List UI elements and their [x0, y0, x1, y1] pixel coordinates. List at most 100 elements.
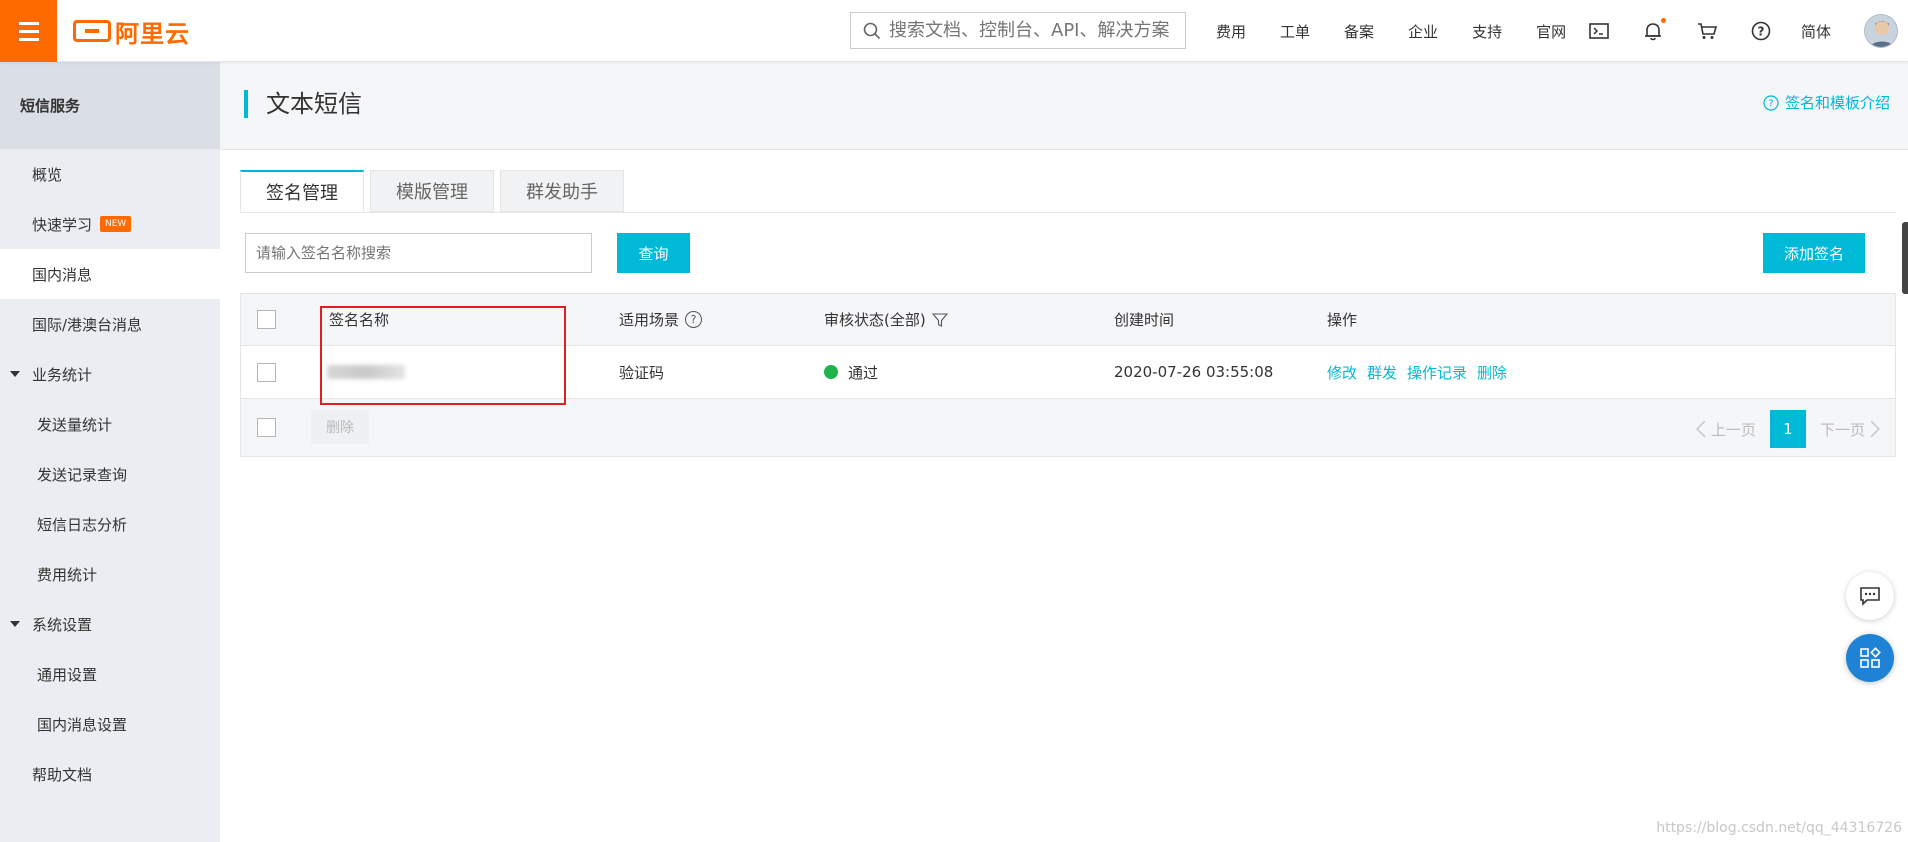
apps-icon — [1860, 647, 1881, 668]
avatar[interactable] — [1864, 14, 1898, 48]
sidebar-item-label: 帮助文档 — [32, 765, 93, 784]
sidebar-item-overview[interactable]: 概览 — [0, 149, 220, 199]
sidebar-item-label: 费用统计 — [37, 565, 98, 584]
sidebar-item-help-docs[interactable]: 帮助文档 — [0, 749, 220, 799]
logo-mark-icon — [73, 20, 111, 42]
bell-icon[interactable] — [1642, 18, 1666, 42]
nav-support[interactable]: 支持 — [1472, 21, 1502, 42]
apps-float-button[interactable] — [1846, 634, 1894, 682]
created-time-cell: 2020-07-26 03:55:08 — [1114, 363, 1274, 381]
status-badge: 通过 — [848, 363, 879, 382]
footer-select-all-checkbox[interactable] — [257, 418, 276, 437]
top-bar: 阿里云 费用 工单 备案 企业 支持 官网 ? 简体 — [0, 0, 1908, 62]
sidebar-item-label: 短信日志分析 — [37, 515, 128, 534]
sidebar-item-cost-stats[interactable]: 费用统计 — [0, 549, 220, 599]
scrollbar-handle[interactable] — [1902, 222, 1908, 294]
sidebar-item-international-messages[interactable]: 国际/港澳台消息 — [0, 299, 220, 349]
add-signature-button[interactable]: 添加签名 — [1763, 233, 1865, 273]
sidebar-item-domestic-message-settings[interactable]: 国内消息设置 — [0, 699, 220, 749]
operation-log-link[interactable]: 操作记录 — [1407, 362, 1467, 383]
new-badge: NEW — [100, 216, 132, 232]
chat-float-button[interactable] — [1846, 572, 1894, 620]
main-content: 文本短信 ? 签名和模板介绍 签名管理 模版管理 群发助手 查询 添加签名 签名… — [220, 62, 1908, 842]
sidebar-item-label: 系统设置 — [32, 615, 93, 634]
question-circle-icon: ? — [1763, 94, 1779, 111]
sidebar-item-general-settings[interactable]: 通用设置 — [0, 649, 220, 699]
delete-link[interactable]: 删除 — [1477, 362, 1507, 383]
column-header-status[interactable]: 审核状态(全部) — [824, 294, 948, 345]
sidebar-item-label: 通用设置 — [37, 665, 98, 684]
help-link-label: 签名和模板介绍 — [1784, 94, 1890, 112]
sidebar-item-label: 发送量统计 — [37, 415, 113, 434]
chevron-left-icon — [1695, 420, 1706, 438]
sidebar-item-label: 概览 — [32, 165, 63, 184]
language-switch[interactable]: 简体 — [1801, 21, 1831, 42]
prev-page-button[interactable]: 上一页 — [1695, 419, 1756, 440]
global-search[interactable] — [850, 12, 1186, 49]
nav-billing[interactable]: 费用 — [1216, 21, 1246, 42]
help-icon[interactable]: ? — [1750, 20, 1772, 42]
page-title: 文本短信 — [244, 90, 362, 118]
row-checkbox[interactable] — [257, 362, 276, 382]
caret-down-icon — [10, 621, 20, 627]
terminal-icon[interactable] — [1588, 20, 1610, 42]
sidebar-item-sms-log-analysis[interactable]: 短信日志分析 — [0, 499, 220, 549]
sidebar-item-quick-start[interactable]: 快速学习 NEW — [0, 199, 220, 249]
global-search-input[interactable] — [889, 20, 1179, 41]
sidebar-item-domestic-messages[interactable]: 国内消息 — [0, 249, 220, 299]
select-all-checkbox[interactable] — [257, 310, 276, 329]
svg-text:?: ? — [1768, 98, 1773, 109]
filter-icon[interactable] — [931, 312, 948, 328]
page-number-current[interactable]: 1 — [1769, 410, 1806, 448]
tab-bulk-send-assistant[interactable]: 群发助手 — [500, 170, 624, 212]
sidebar-item-label: 发送记录查询 — [37, 465, 128, 484]
column-header-status-label: 审核状态(全部) — [824, 311, 926, 329]
column-header-actions: 操作 — [1327, 311, 1358, 329]
nav-tickets[interactable]: 工单 — [1280, 21, 1310, 42]
user-avatar-icon — [1869, 21, 1895, 47]
edit-link[interactable]: 修改 — [1327, 362, 1357, 383]
scenario-cell: 验证码 — [619, 363, 665, 382]
question-icon[interactable]: ? — [685, 311, 703, 328]
column-header-created-time: 创建时间 — [1114, 311, 1175, 329]
bulk-send-link[interactable]: 群发 — [1367, 362, 1397, 383]
chevron-right-icon — [1870, 420, 1881, 438]
pagination: 上一页 1 下一页 — [1695, 410, 1881, 448]
watermark: https://blog.csdn.net/qq_44316726 — [1656, 820, 1902, 836]
sidebar-item-label: 业务统计 — [32, 365, 93, 384]
bulk-delete-button[interactable]: 删除 — [311, 410, 369, 444]
sidebar-item-send-volume-stats[interactable]: 发送量统计 — [0, 399, 220, 449]
prev-page-label: 上一页 — [1710, 420, 1756, 439]
signature-search-input[interactable] — [245, 233, 592, 273]
nav-enterprise[interactable]: 企业 — [1408, 21, 1438, 42]
next-page-label: 下一页 — [1819, 420, 1865, 439]
logo-text: 阿里云 — [115, 19, 190, 48]
aliyun-logo[interactable]: 阿里云 — [73, 16, 190, 48]
tabs: 签名管理 模版管理 群发助手 — [240, 170, 624, 212]
notification-dot — [1661, 18, 1666, 23]
sidebar-group-business-stats[interactable]: 业务统计 — [0, 349, 220, 399]
cart-icon[interactable] — [1696, 20, 1718, 42]
nav-official-site[interactable]: 官网 — [1536, 21, 1566, 42]
table-footer: 删除 上一页 1 下一页 — [241, 399, 1895, 456]
tabs-divider — [240, 212, 1896, 213]
status-approved-dot — [824, 365, 838, 379]
column-header-scenario: 适用场景? — [619, 294, 703, 345]
tab-signature-management[interactable]: 签名管理 — [240, 170, 364, 212]
status-cell: 通过 — [824, 346, 878, 398]
page-header: 文本短信 ? 签名和模板介绍 — [220, 62, 1908, 150]
tab-template-management[interactable]: 模版管理 — [370, 170, 494, 212]
svg-text:?: ? — [1758, 25, 1765, 39]
column-header-scenario-label: 适用场景 — [619, 311, 680, 329]
nav-icp-filing[interactable]: 备案 — [1344, 21, 1374, 42]
sidebar-item-send-record-query[interactable]: 发送记录查询 — [0, 449, 220, 499]
next-page-button[interactable]: 下一页 — [1820, 419, 1881, 440]
sidebar-item-label: 快速学习 — [32, 215, 93, 234]
row-select-cell — [257, 346, 276, 398]
sidebar-group-system-settings[interactable]: 系统设置 — [0, 599, 220, 649]
signature-template-intro-link[interactable]: ? 签名和模板介绍 — [1763, 92, 1890, 113]
actions-cell: 修改 群发 操作记录 删除 — [1327, 346, 1517, 398]
hamburger-menu-button[interactable] — [0, 0, 57, 62]
query-button[interactable]: 查询 — [617, 233, 690, 273]
select-all-cell — [257, 294, 276, 345]
